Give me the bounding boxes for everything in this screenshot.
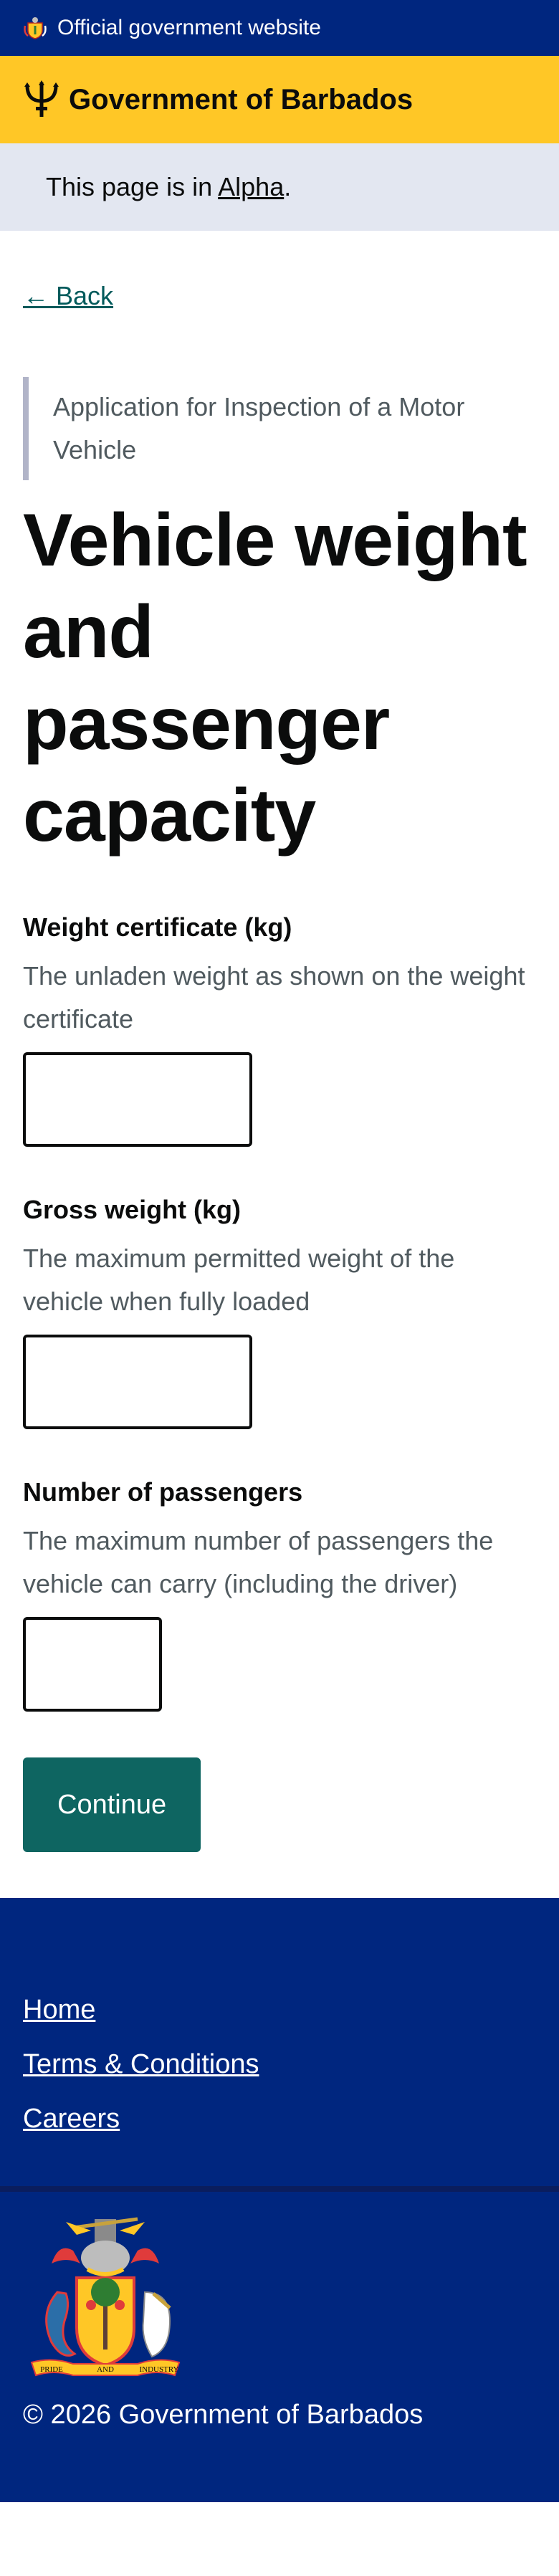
barbados-crest-icon: [24, 17, 47, 39]
phase-link[interactable]: Alpha: [218, 172, 284, 201]
trident-icon: [24, 80, 59, 117]
official-banner: Official government website: [0, 0, 559, 56]
site-header: Government of Barbados: [0, 56, 559, 143]
phase-suffix: .: [284, 172, 292, 201]
gross-weight-input[interactable]: [23, 1335, 252, 1429]
gross-weight-hint: The maximum permitted weight of the vehi…: [23, 1244, 455, 1316]
footer-meta: PRIDE AND INDUSTRY © 2026 Government of …: [0, 2192, 559, 2502]
footer-link-home[interactable]: Home: [23, 1983, 536, 2037]
site-footer: Home Terms & Conditions Careers PRIDE AN…: [0, 1898, 559, 2502]
phase-banner-text: This page is in Alpha.: [46, 172, 291, 202]
crest-motto-left: PRIDE: [40, 2365, 63, 2374]
passengers-input[interactable]: [23, 1617, 162, 1712]
weight-certificate-input[interactable]: [23, 1052, 252, 1147]
page-caption: Application for Inspection of a Motor Ve…: [53, 392, 465, 464]
footer-nav: Home Terms & Conditions Careers: [0, 1898, 559, 2186]
back-link[interactable]: ← Back: [23, 281, 113, 311]
site-title[interactable]: Government of Barbados: [69, 84, 413, 116]
phase-banner: This page is in Alpha.: [0, 143, 559, 231]
weight-certificate-group: Weight certificate (kg) The unladen weig…: [23, 907, 536, 1147]
gross-weight-group: Gross weight (kg) The maximum permitted …: [23, 1190, 536, 1429]
weight-certificate-hint: The unladen weight as shown on the weigh…: [23, 961, 525, 1034]
copyright-text: © 2026 Government of Barbados: [23, 2400, 424, 2430]
continue-button[interactable]: Continue: [23, 1757, 201, 1852]
footer-divider: [0, 2186, 559, 2192]
gross-weight-label: Gross weight (kg): [23, 1195, 242, 1224]
passengers-hint: The maximum number of passengers the veh…: [23, 1526, 494, 1598]
weight-certificate-label: Weight certificate (kg): [23, 912, 292, 942]
passengers-label: Number of passengers: [23, 1477, 303, 1507]
footer-link-careers[interactable]: Careers: [23, 2091, 536, 2146]
official-banner-text: Official government website: [57, 16, 321, 39]
caption-block: Application for Inspection of a Motor Ve…: [23, 377, 536, 480]
main-content: ← Back Application for Inspection of a M…: [0, 231, 559, 1852]
crest-motto-middle: AND: [97, 2365, 114, 2374]
page-title: Vehicle weight and passenger capacity: [23, 499, 527, 857]
passengers-group: Number of passengers The maximum number …: [23, 1472, 536, 1712]
crest-motto-right: INDUSTRY: [139, 2365, 178, 2374]
coat-of-arms-icon: PRIDE AND INDUSTRY: [30, 2217, 181, 2377]
footer-link-terms[interactable]: Terms & Conditions: [23, 2037, 536, 2091]
phase-prefix: This page is in: [46, 172, 219, 201]
